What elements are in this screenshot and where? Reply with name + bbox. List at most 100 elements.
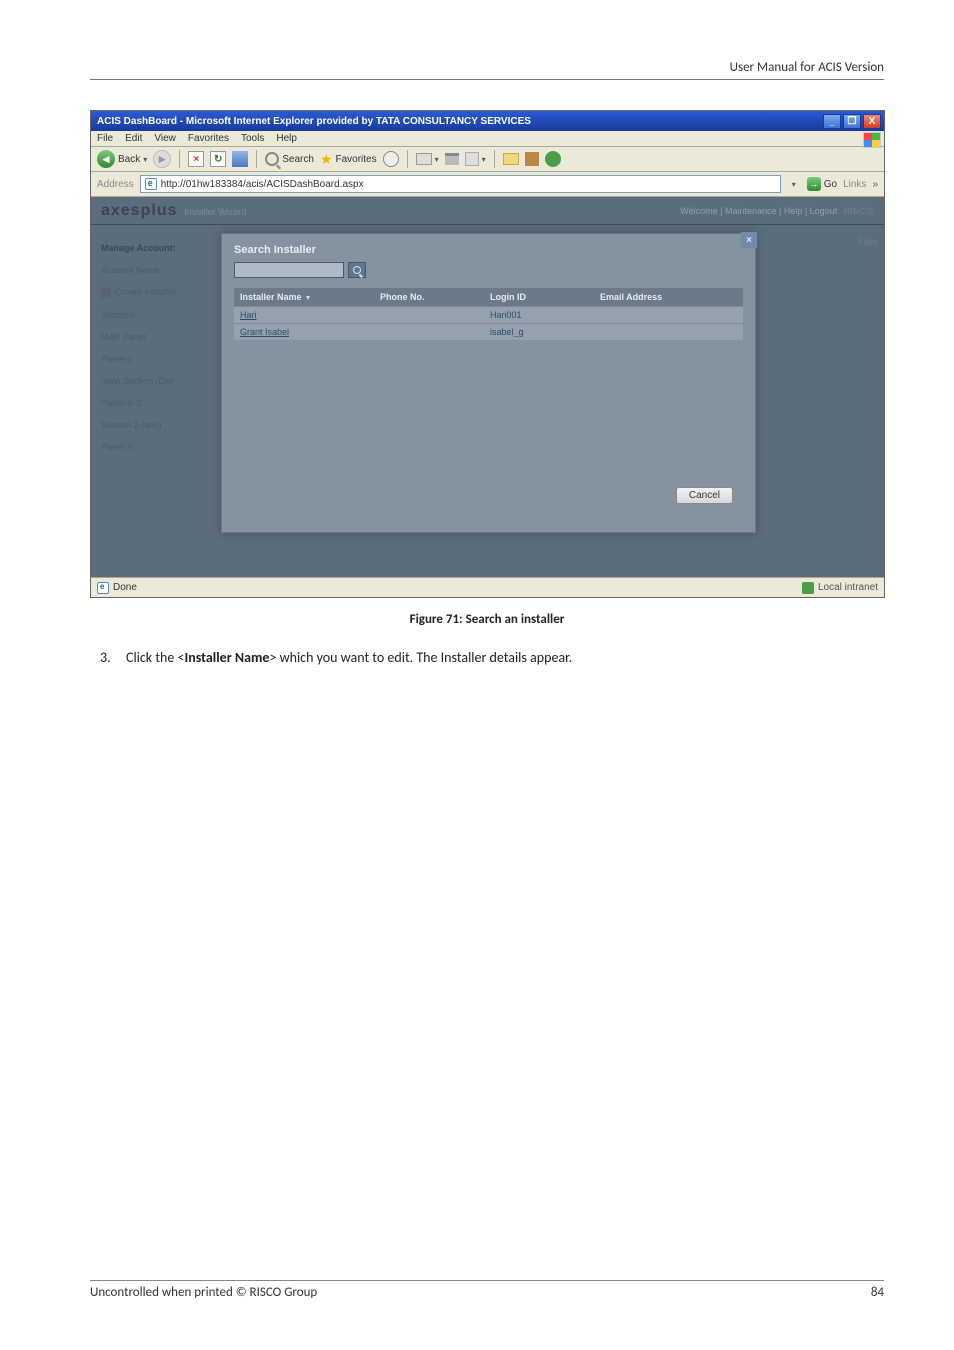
app-header: axesplus Installer Wizard Welcome | Main… [91,197,884,225]
sidebar-item-main-section[interactable]: main Section (Def [99,370,217,392]
edit-button[interactable]: ▾ [465,152,486,166]
address-dropdown[interactable]: ▾ [787,180,801,189]
page-number: 84 [871,1285,884,1300]
sidebar-item-panel-b[interactable]: Panel-B-S [99,392,217,414]
browser-window: ACIS DashBoard - Microsoft Internet Expl… [90,110,885,598]
address-label: Address [97,179,134,190]
col-header-name[interactable]: Installer Name▼ [234,288,374,306]
col-header-phone[interactable]: Phone No. [374,288,484,306]
cell-email [594,307,743,323]
history-button[interactable] [383,151,399,167]
favorites-label: Favorites [336,154,377,165]
toolbar-separator [179,150,180,168]
go-arrow-icon: → [807,177,821,191]
window-close-button[interactable]: X [863,114,881,129]
search-button[interactable] [348,262,366,278]
sort-arrow-icon: ▼ [305,295,312,302]
toolbar-separator [256,150,257,168]
go-button[interactable]: → Go [807,177,837,191]
search-label: Search [282,154,314,165]
brand-logo: axesplus [101,202,177,219]
tool-button-1[interactable] [525,152,539,166]
links-chevron-icon: » [872,179,878,190]
col-header-login[interactable]: Login ID [484,288,594,306]
chevron-down-icon: ▾ [435,155,439,164]
brand-suffix: Installer Wizard [184,207,246,217]
menu-file[interactable]: File [97,133,113,144]
installer-name-link[interactable]: Hari [234,307,374,323]
back-button[interactable]: ◄ Back ▾ [97,150,147,168]
risco-logo: RISC@ [844,206,874,216]
minimize-button[interactable]: _ [823,114,841,129]
ie-page-icon [145,178,157,190]
folder-button[interactable] [503,153,519,165]
toolbar: ◄ Back ▾ ► × ↻ Search ★ Favorites ▾ ▾ [91,147,884,172]
col-header-email[interactable]: Email Address [594,288,743,306]
panel-close-button[interactable]: × [741,232,757,248]
search-installer-panel: × Search Installer Installer Name▼ Phone… [221,233,756,533]
menu-favorites[interactable]: Favorites [188,133,229,144]
favorites-button[interactable]: ★ Favorites [320,151,377,168]
windows-flag-icon [863,132,881,148]
titlebar: ACIS DashBoard - Microsoft Internet Expl… [91,111,884,131]
table-row: Grant Isabel isabel_g [234,323,743,340]
step-text-bold: Installer Name [185,649,270,666]
sidebar-item-map-panel[interactable]: MAP Panel [99,326,217,348]
menu-view[interactable]: View [154,133,176,144]
zone-label: Local intranet [818,582,878,593]
cell-login: isabel_g [484,324,594,340]
sidebar-item-panel-a[interactable]: Panel-a [99,348,217,370]
chevron-down-icon: ▾ [143,155,147,164]
edit-icon [465,152,479,166]
footer-left: Uncontrolled when printed © RISCO Group [90,1285,317,1300]
sidebar-item-panel-a2[interactable]: Panel-A [99,436,217,458]
print-button[interactable] [445,153,459,165]
step-text-part2: > which you want to edit. The Installer … [269,649,572,666]
maximize-button[interactable]: ❐ [843,114,861,129]
address-url: http://01hw183384/acis/ACISDashBoard.asp… [161,179,364,190]
sidebar-item-sections[interactable]: Sections [99,304,217,326]
page-footer: Uncontrolled when printed © RISCO Group … [90,1280,884,1300]
right-strip: Filter [858,237,878,247]
refresh-button[interactable]: ↻ [210,151,226,167]
intranet-zone-icon [802,582,814,594]
installer-name-link[interactable]: Grant Isabel [234,324,374,340]
menu-edit[interactable]: Edit [125,133,142,144]
window-title: ACIS DashBoard - Microsoft Internet Expl… [97,116,531,127]
search-button[interactable]: Search [265,152,314,166]
table-row: Hari Hari001 [234,306,743,323]
statusbar: Done Local intranet [91,577,884,597]
address-input[interactable]: http://01hw183384/acis/ACISDashBoard.asp… [140,175,781,193]
ie-page-icon [97,582,109,594]
cell-phone [374,307,484,323]
menu-tools[interactable]: Tools [241,133,264,144]
toolbar-separator [494,150,495,168]
status-done: Done [113,582,137,593]
sidebar-item-account[interactable]: Account Name [99,259,217,281]
cell-login: Hari001 [484,307,594,323]
home-button[interactable] [232,151,248,167]
step-text: Click the <Installer Name> which you wan… [126,649,572,666]
sidebar-heading: Manage Account: [99,237,217,259]
messenger-button[interactable] [545,151,561,167]
sidebar-item-section-2[interactable]: Section 2 (abc) [99,414,217,436]
cancel-button[interactable]: Cancel [676,487,733,504]
sidebar-item-create-installer[interactable]: Create Installer [99,281,217,304]
back-arrow-icon: ◄ [97,150,115,168]
header-links-text: Welcome | Maintenance | Help | Logout [680,206,837,216]
forward-button[interactable]: ► [153,150,171,168]
step-number: 3. [100,649,114,666]
results-grid: Installer Name▼ Phone No. Login ID Email… [234,288,743,340]
stop-button[interactable]: × [188,151,204,167]
links-label[interactable]: Links [843,179,866,190]
mail-icon [416,153,432,165]
search-input[interactable] [234,262,344,278]
mail-button[interactable]: ▾ [416,153,439,165]
addressbar: Address http://01hw183384/acis/ACISDashB… [91,172,884,197]
app-content: axesplus Installer Wizard Welcome | Main… [91,197,884,577]
menu-help[interactable]: Help [276,133,297,144]
cell-email [594,324,743,340]
page-header: User Manual for ACIS Version [90,60,884,80]
sidebar: Manage Account: Account Name Create Inst… [99,237,217,458]
header-links[interactable]: Welcome | Maintenance | Help | Logout RI… [680,206,874,216]
